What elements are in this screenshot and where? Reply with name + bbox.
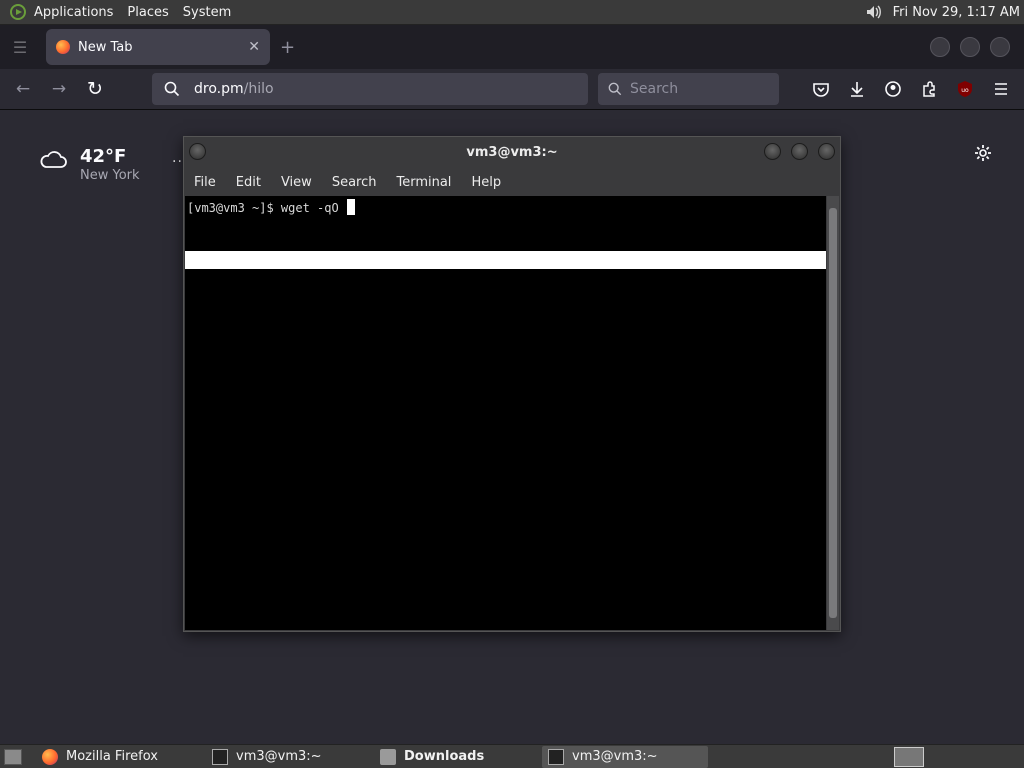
applications-logo-icon[interactable]: [10, 4, 26, 20]
top-panel: Applications Places System Fri Nov 29, 1…: [0, 0, 1024, 25]
bottom-panel: Mozilla Firefox vm3@vm3:~ Downloads vm3@…: [0, 744, 1024, 768]
cloud-weather-icon: [40, 151, 67, 168]
terminal-scroll-thumb[interactable]: [829, 208, 837, 618]
account-icon[interactable]: [880, 76, 906, 102]
taskbar-item-downloads[interactable]: Downloads: [374, 746, 538, 768]
panel-tray: Fri Nov 29, 1:17 AM: [865, 3, 1020, 21]
terminal-command-text: [vm3@vm3 ~]$ wget -qO: [187, 201, 346, 215]
taskbar-label: vm3@vm3:~: [572, 749, 658, 764]
terminal-menubar: File Edit View Search Terminal Help: [184, 169, 840, 195]
terminal-highlight-bar: [185, 251, 826, 269]
menu-applications[interactable]: Applications: [34, 5, 113, 20]
tab-new-tab[interactable]: New Tab ✕: [46, 29, 270, 65]
terminal-menu-edit[interactable]: Edit: [226, 175, 271, 190]
gear-icon[interactable]: [972, 142, 994, 164]
url-bar[interactable]: dro.pm/hilo: [152, 73, 588, 105]
firefox-tab-icon: [56, 40, 70, 54]
terminal-minimize-button[interactable]: [764, 143, 781, 160]
search-icon: [164, 81, 180, 97]
weather-city: New York: [80, 168, 140, 183]
taskbar-item-terminal-1[interactable]: vm3@vm3:~: [206, 746, 370, 768]
menu-system[interactable]: System: [183, 5, 231, 20]
taskbar-label: Downloads: [404, 749, 485, 764]
search-placeholder: Search: [630, 81, 679, 97]
url-path: /hilo: [243, 81, 274, 97]
terminal-menu-help[interactable]: Help: [461, 175, 511, 190]
window-controls: [930, 37, 1010, 57]
terminal-icon: [548, 748, 564, 765]
extensions-icon[interactable]: [916, 76, 942, 102]
terminal-scrollbar[interactable]: [827, 196, 839, 630]
taskbar-label: vm3@vm3:~: [236, 749, 322, 764]
terminal-menu-search[interactable]: Search: [322, 175, 387, 190]
close-tab-icon[interactable]: ✕: [248, 39, 260, 55]
taskbar-item-firefox[interactable]: Mozilla Firefox: [36, 746, 200, 768]
close-window-button[interactable]: [990, 37, 1010, 57]
svg-text:uo: uo: [961, 87, 969, 94]
terminal-screen[interactable]: [vm3@vm3 ~]$ wget -qO: [185, 196, 826, 630]
terminal-title: vm3@vm3:~: [466, 144, 558, 160]
taskbar-item-terminal-2[interactable]: vm3@vm3:~: [542, 745, 708, 768]
terminal-window-menu-button[interactable]: [189, 143, 206, 160]
forward-button[interactable]: →: [44, 74, 74, 104]
weather-widget[interactable]: 42°F New York: [38, 146, 140, 183]
terminal-cursor: [346, 199, 355, 215]
ublock-icon[interactable]: uo: [952, 76, 978, 102]
toolbar-icons: uo: [808, 76, 1014, 102]
browser-nav-bar: ← → ↻ dro.pm/hilo Search uo: [0, 69, 1024, 110]
terminal-menu-view[interactable]: View: [271, 175, 322, 190]
volume-icon[interactable]: [865, 3, 883, 21]
new-tab-button[interactable]: +: [280, 37, 295, 58]
show-desktop-icon[interactable]: [4, 748, 22, 765]
tab-list-icon[interactable]: ☰: [4, 31, 36, 63]
terminal-maximize-button[interactable]: [791, 143, 808, 160]
taskbar-label: Mozilla Firefox: [66, 749, 158, 764]
workspace-switcher[interactable]: [894, 746, 924, 767]
search-bar[interactable]: Search: [598, 73, 779, 105]
terminal-menu-file[interactable]: File: [184, 175, 226, 190]
back-button[interactable]: ←: [8, 74, 38, 104]
maximize-button[interactable]: [960, 37, 980, 57]
folder-icon: [380, 748, 396, 765]
weather-more-options-icon[interactable]: ··: [172, 154, 183, 170]
pocket-icon[interactable]: [808, 76, 834, 102]
terminal-menu-terminal[interactable]: Terminal: [386, 175, 461, 190]
downloads-icon[interactable]: [844, 76, 870, 102]
clock[interactable]: Fri Nov 29, 1:17 AM: [893, 5, 1020, 20]
menu-places[interactable]: Places: [127, 5, 168, 20]
firefox-icon: [42, 748, 58, 765]
search-icon: [608, 82, 622, 96]
terminal-window[interactable]: vm3@vm3:~ File Edit View Search Terminal…: [183, 136, 841, 632]
terminal-titlebar[interactable]: vm3@vm3:~: [184, 137, 840, 167]
tab-title: New Tab: [78, 39, 133, 55]
terminal-prompt-line: [vm3@vm3 ~]$ wget -qO: [187, 199, 355, 215]
terminal-icon: [212, 748, 228, 765]
weather-temperature: 42°F: [80, 146, 127, 167]
terminal-close-button[interactable]: [818, 143, 835, 160]
url-domain: dro.pm: [194, 81, 244, 97]
reload-button[interactable]: ↻: [80, 74, 110, 104]
minimize-button[interactable]: [930, 37, 950, 57]
browser-tab-bar: ☰ New Tab ✕ +: [0, 25, 1024, 69]
menu-hamburger-icon[interactable]: [988, 76, 1014, 102]
